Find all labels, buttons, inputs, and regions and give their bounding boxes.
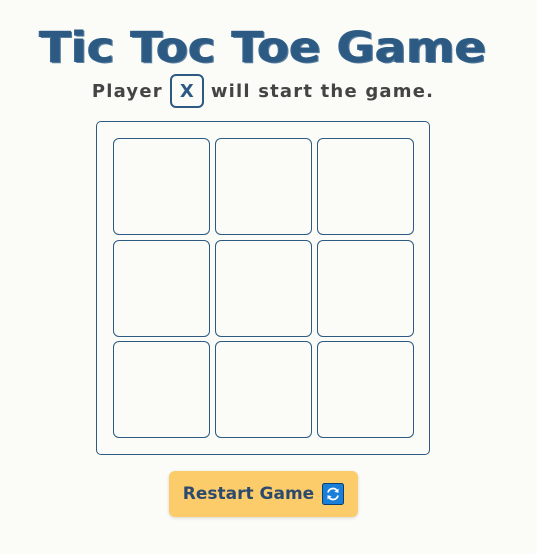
- board-cell[interactable]: [113, 341, 210, 438]
- game-title: Tic Toc Toe Game: [39, 23, 487, 73]
- board-cell[interactable]: [113, 240, 210, 337]
- game-board: [96, 121, 430, 455]
- board-cell[interactable]: [317, 138, 414, 235]
- restart-button-label: Restart Game: [182, 484, 315, 504]
- board-cell[interactable]: [317, 240, 414, 337]
- turn-status: Player X will start the game.: [0, 72, 526, 110]
- status-suffix: will start the game.: [210, 80, 435, 102]
- refresh-icon: [322, 483, 345, 505]
- restart-game-button[interactable]: Restart Game: [169, 471, 358, 517]
- board-cell[interactable]: [215, 138, 312, 235]
- board-cell[interactable]: [215, 341, 312, 438]
- current-player-badge: X: [169, 74, 204, 108]
- board-cell[interactable]: [215, 240, 312, 337]
- status-prefix: Player: [91, 80, 163, 102]
- board-cell[interactable]: [317, 341, 414, 438]
- board-cell[interactable]: [113, 138, 210, 235]
